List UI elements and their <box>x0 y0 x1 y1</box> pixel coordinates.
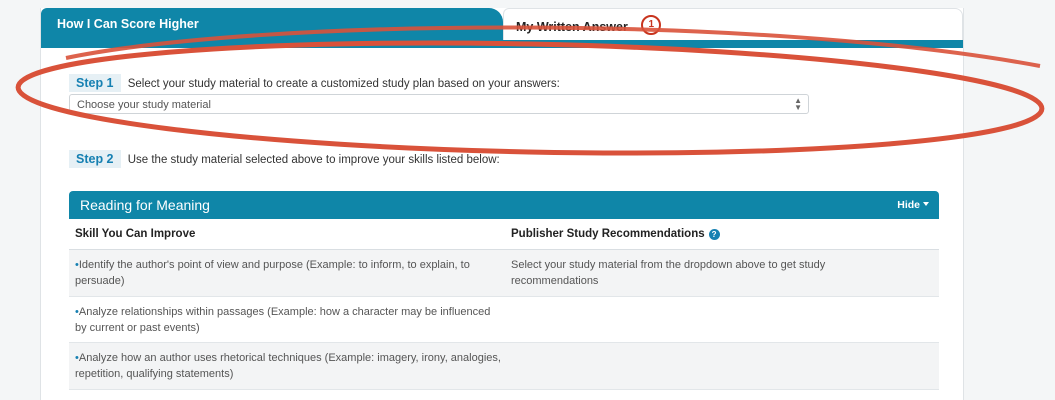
section-title: Reading for Meaning <box>80 197 210 213</box>
skill-text: Identify the author's point of view and … <box>75 259 470 287</box>
step-1-label: Step 1 <box>69 74 121 92</box>
page-frame: How I Can Score Higher My Written Answer… <box>40 8 964 400</box>
skill-cell: •Identify the author's point of view and… <box>75 257 505 289</box>
tab-how-i-can-score-higher[interactable]: How I Can Score Higher <box>41 8 503 40</box>
column-header-skill: Skill You Can Improve <box>75 228 196 240</box>
table-row: •Analyze how an author uses rhetorical t… <box>69 343 939 390</box>
column-header-label: Publisher Study Recommendations <box>511 228 705 240</box>
tab-label: My Written Answer <box>516 20 628 34</box>
select-arrows-icon: ▲ ▼ <box>794 96 802 112</box>
table-header: Skill You Can Improve Publisher Study Re… <box>69 219 939 250</box>
skill-cell: •Analyze relationships within passages (… <box>75 304 505 336</box>
info-circle-icon[interactable]: ? <box>708 229 720 240</box>
caret-down-icon <box>923 202 929 206</box>
step-1-row: Step 1 Select your study material to cre… <box>69 74 560 92</box>
skill-text: Analyze how an author uses rhetorical te… <box>75 352 501 380</box>
column-header-recommendations: Publisher Study Recommendations? <box>511 219 720 249</box>
tab-label: How I Can Score Higher <box>57 17 199 31</box>
table-row: •Analyze relationships within passages (… <box>69 297 939 343</box>
step-2-row: Step 2 Use the study material selected a… <box>69 150 500 168</box>
tab-my-written-answer[interactable]: My Written Answer 1 <box>503 8 963 40</box>
section-header-reading-for-meaning: Reading for Meaning Hide <box>69 191 939 219</box>
skill-cell: •Analyze how an author uses rhetorical t… <box>75 350 505 382</box>
study-material-select[interactable]: Choose your study material ▲ ▼ <box>69 94 809 114</box>
skill-text: Analyze relationships within passages (E… <box>75 306 491 334</box>
tab-count-badge: 1 <box>641 15 662 35</box>
table-row: •Identify the author's point of view and… <box>69 250 939 297</box>
recommendation-cell: Select your study material from the drop… <box>511 259 826 287</box>
select-value: Choose your study material <box>77 99 211 111</box>
tab-bar: How I Can Score Higher My Written Answer… <box>41 8 963 48</box>
skills-table: Skill You Can Improve Publisher Study Re… <box>69 219 939 390</box>
step-1-text: Select your study material to create a c… <box>127 78 560 90</box>
step-2-label: Step 2 <box>69 150 121 168</box>
step-2-text: Use the study material selected above to… <box>127 154 500 166</box>
tab-underline <box>41 40 963 48</box>
hide-button[interactable]: Hide <box>897 191 929 219</box>
hide-label: Hide <box>897 199 920 211</box>
